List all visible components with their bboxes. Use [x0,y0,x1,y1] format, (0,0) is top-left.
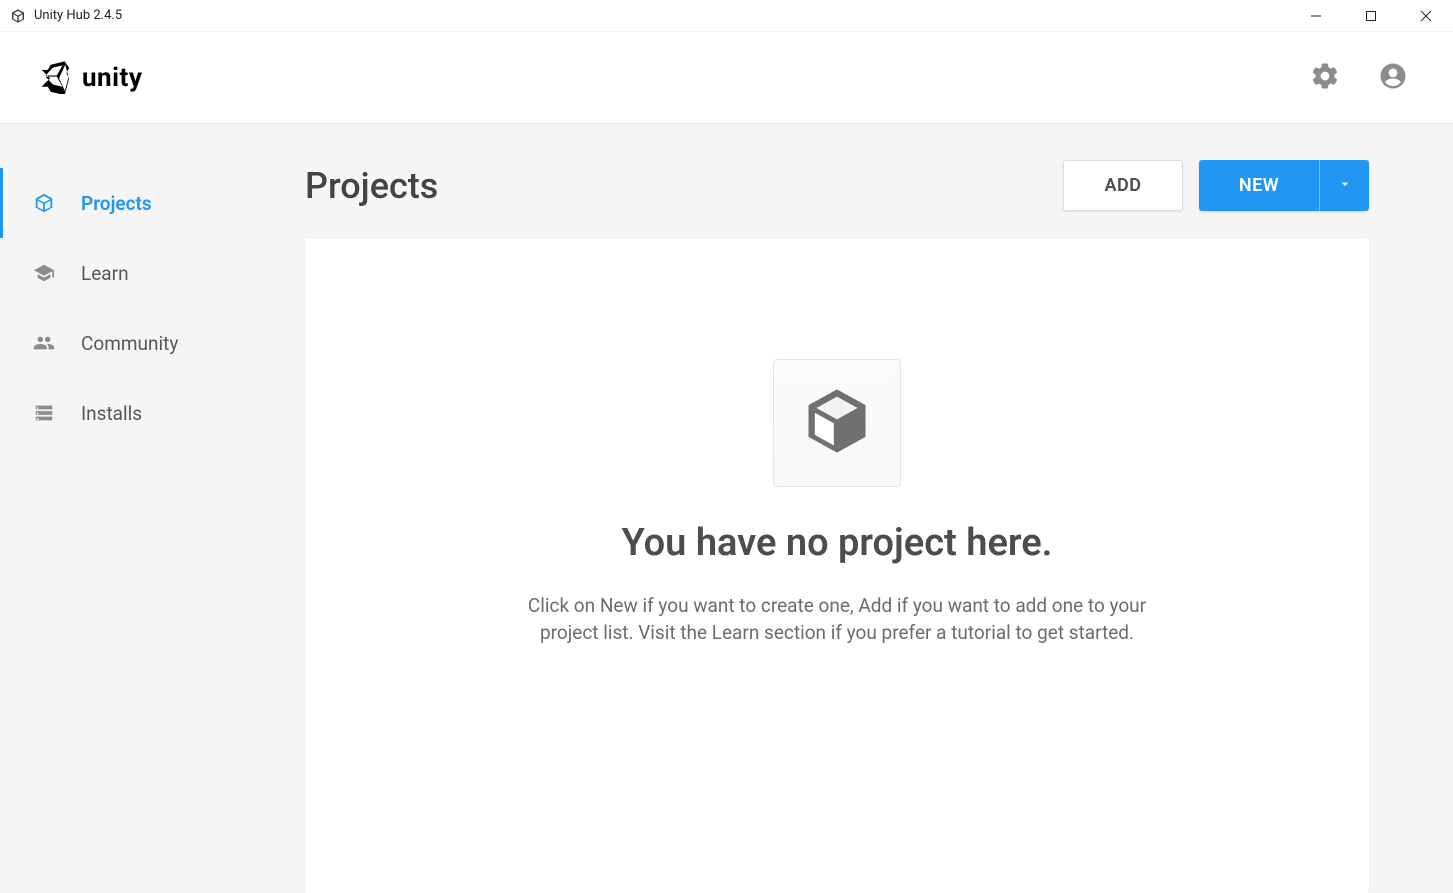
window-title: Unity Hub 2.4.5 [34,8,122,23]
sidebar-item-label: Projects [81,192,152,215]
sidebar-item-label: Installs [81,402,142,425]
settings-button[interactable] [1301,54,1349,102]
minimize-button[interactable] [1288,0,1343,32]
app-header: unity [0,32,1453,124]
new-dropdown-button[interactable] [1319,160,1369,211]
new-button-group: NEW [1199,160,1369,211]
new-button-label: NEW [1239,175,1279,196]
sidebar-item-learn[interactable]: Learn [0,238,305,308]
main-header: Projects ADD NEW [305,160,1369,211]
empty-state-description: Click on New if you want to create one, … [517,593,1157,646]
sidebar-item-label: Learn [81,262,129,285]
brand-text: unity [82,63,142,93]
sidebar-item-installs[interactable]: Installs [0,378,305,448]
new-button[interactable]: NEW [1199,160,1319,211]
main-content: Projects ADD NEW [305,124,1453,893]
sidebar-item-community[interactable]: Community [0,308,305,378]
maximize-button[interactable] [1343,0,1398,32]
add-button-label: ADD [1105,175,1142,196]
add-button[interactable]: ADD [1063,160,1183,211]
window-titlebar: Unity Hub 2.4.5 [0,0,1453,32]
empty-state-heading: You have no project here. [622,521,1053,565]
gear-icon [1310,61,1340,95]
app-icon [10,8,26,24]
account-button[interactable] [1369,54,1417,102]
sidebar-item-projects[interactable]: Projects [0,168,305,238]
projects-empty-card: You have no project here. Click on New i… [305,239,1369,893]
cube-large-icon [799,383,875,463]
page-title: Projects [305,165,438,207]
account-circle-icon [1378,61,1408,95]
cube-icon [33,192,55,214]
close-button[interactable] [1398,0,1453,32]
caret-down-icon [1337,176,1353,196]
brand-logo: unity [36,58,142,98]
storage-icon [33,402,55,424]
empty-state-icon-box [773,359,901,487]
people-icon [33,332,55,354]
sidebar: Projects Learn Community Installs [0,124,305,893]
graduation-cap-icon [33,262,55,284]
sidebar-item-label: Community [81,332,178,355]
unity-logo-icon [36,58,72,98]
